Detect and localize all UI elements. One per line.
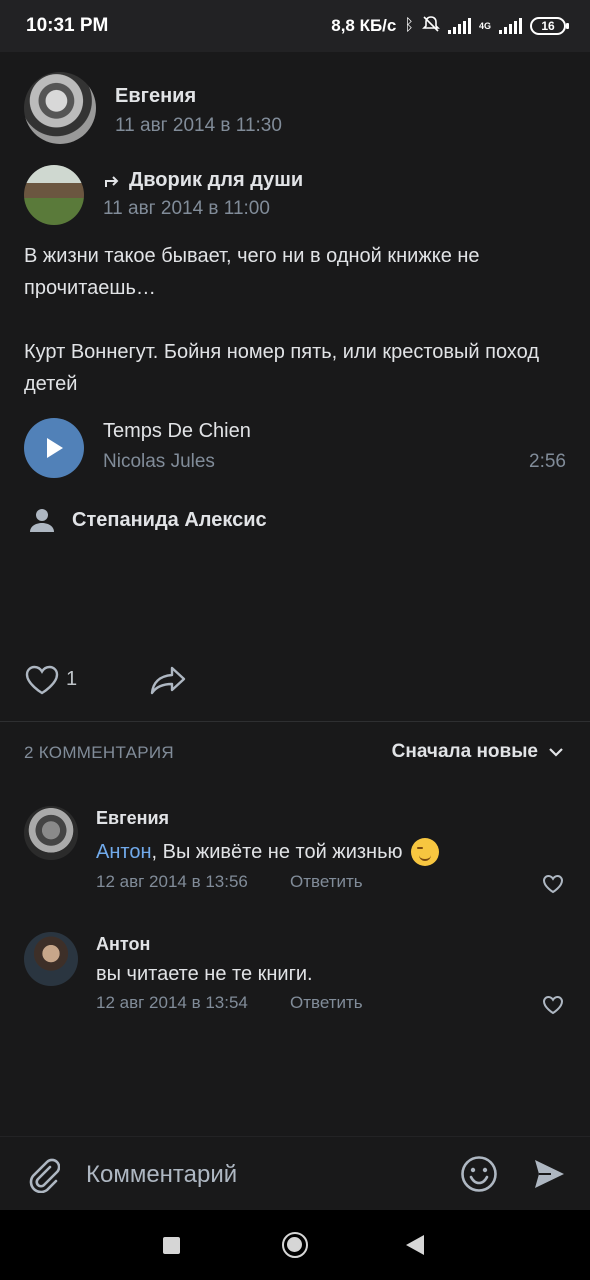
reply-button[interactable]: Ответить bbox=[290, 993, 363, 1013]
post-text: В жизни такое бывает, чего ни в одной кн… bbox=[24, 240, 569, 432]
audio-duration: 2:56 bbox=[529, 451, 566, 472]
audio-play-button[interactable] bbox=[24, 418, 84, 478]
user-icon bbox=[30, 509, 54, 532]
repost-group[interactable]: Дворик для души bbox=[103, 169, 303, 192]
comment-body: , Вы живёте не той жизнью bbox=[151, 840, 403, 863]
post-signer[interactable]: Степанида Алексис bbox=[72, 509, 267, 532]
audio-artist: Nicolas Jules bbox=[103, 451, 215, 472]
like-icon[interactable] bbox=[24, 664, 60, 696]
bluetooth-icon: ᛒ bbox=[404, 17, 414, 34]
paperclip-icon[interactable] bbox=[26, 1155, 60, 1193]
comment-mention[interactable]: Антон bbox=[96, 841, 152, 863]
signal-icon-2 bbox=[499, 18, 522, 34]
comment-avatar[interactable] bbox=[24, 932, 78, 986]
post-date: 11 авг 2014 в 11:30 bbox=[115, 115, 282, 136]
audio-title[interactable]: Temps De Chien bbox=[103, 420, 251, 443]
play-icon bbox=[47, 438, 63, 458]
reply-button[interactable]: Ответить bbox=[290, 872, 363, 892]
battery-icon: 16 bbox=[530, 17, 569, 35]
net-speed: 8,8 КБ/с bbox=[331, 16, 397, 35]
post-author-name[interactable]: Евгения bbox=[115, 85, 196, 108]
post-text-paragraph: В жизни такое бывает, чего ни в одной кн… bbox=[24, 245, 480, 299]
smirk-emoji-icon bbox=[410, 838, 439, 866]
like-count: 1 bbox=[66, 668, 78, 690]
repost-date: 11 авг 2014 в 11:00 bbox=[103, 198, 270, 219]
system-nav-bar bbox=[0, 1210, 590, 1280]
comment-date: 12 авг 2014 в 13:54 bbox=[96, 993, 248, 1012]
comment-author[interactable]: Антон bbox=[96, 934, 150, 955]
status-right: 8,8 КБ/с ᛒ 4G 16 bbox=[331, 15, 569, 38]
divider bbox=[0, 721, 590, 722]
sort-dropdown[interactable]: Сначала новые bbox=[392, 741, 564, 763]
comment-input[interactable] bbox=[86, 1155, 436, 1195]
comment-like-icon[interactable] bbox=[542, 874, 564, 894]
chevron-down-icon bbox=[549, 748, 563, 757]
back-button[interactable] bbox=[406, 1235, 424, 1255]
sort-label: Сначала новые bbox=[391, 741, 538, 762]
status-bar: 10:31 PM 8,8 КБ/с ᛒ 4G 16 bbox=[0, 0, 590, 52]
comment-author[interactable]: Евгения bbox=[96, 808, 169, 829]
group-avatar[interactable] bbox=[24, 165, 84, 225]
comment-text: вы читаете не те книги. bbox=[96, 963, 313, 986]
post-author-avatar[interactable] bbox=[24, 72, 96, 144]
recents-button[interactable] bbox=[163, 1237, 180, 1254]
repost-group-name: Дворик для души bbox=[129, 169, 304, 191]
comment-date: 12 авг 2014 в 13:56 bbox=[96, 872, 248, 891]
comment-body: вы читаете не те книги. bbox=[96, 963, 313, 985]
comment-composer bbox=[0, 1136, 590, 1210]
status-time: 10:31 PM bbox=[26, 15, 109, 36]
home-button[interactable] bbox=[282, 1232, 308, 1258]
signal-icon bbox=[447, 18, 471, 34]
comment-like-icon[interactable] bbox=[542, 995, 564, 1015]
comment-text: Антон, Вы живёте не той жизнью bbox=[96, 838, 439, 866]
smile-icon[interactable] bbox=[460, 1155, 498, 1193]
comment-avatar[interactable] bbox=[24, 806, 78, 860]
send-icon[interactable] bbox=[532, 1157, 566, 1191]
post-text-paragraph: Курт Воннегут. Бойня номер пять, или кре… bbox=[24, 341, 539, 395]
muted-bell-icon bbox=[422, 15, 440, 38]
network-type: 4G bbox=[478, 20, 491, 31]
share-icon[interactable] bbox=[148, 664, 188, 696]
repost-icon bbox=[105, 175, 119, 187]
comments-count-header: 2 КОММЕНТАРИЯ bbox=[24, 743, 174, 762]
